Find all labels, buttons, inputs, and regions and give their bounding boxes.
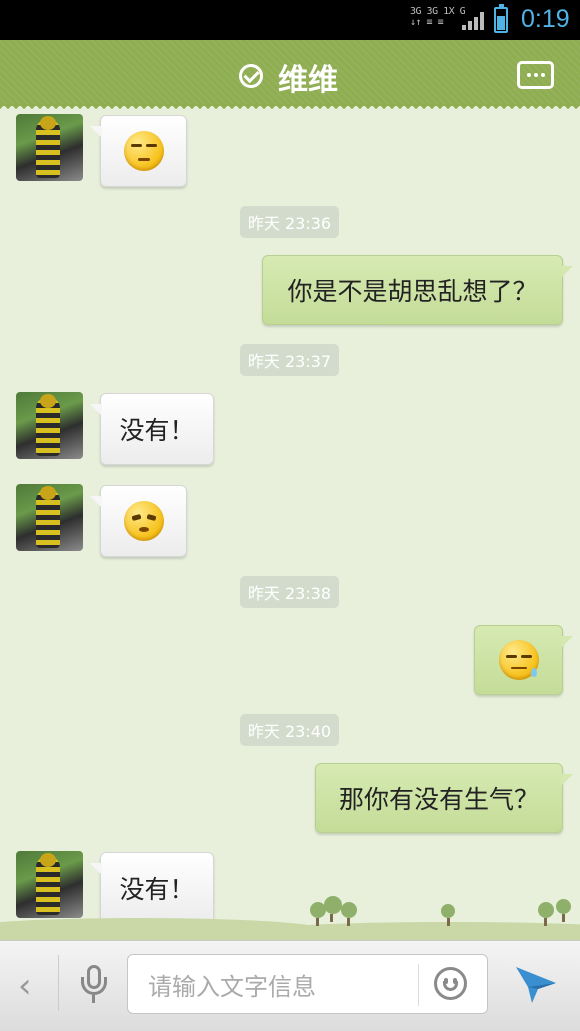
tree-decoration xyxy=(441,904,455,926)
message-list[interactable]: 昨天 23:36 你是不是胡思乱想了？ 昨天 23:37 没有！ 昨天 23:3… xyxy=(0,110,580,940)
background-landscape xyxy=(0,895,580,940)
tree-decoration xyxy=(538,902,554,926)
tree-decoration xyxy=(324,896,342,922)
message-bubble-incoming[interactable]: 没有！ xyxy=(90,393,214,465)
sly-face-icon xyxy=(123,501,164,541)
status-bar: 3G 3G 1X G ↓↑ ≡ ≡ 0:19 xyxy=(0,0,580,40)
message-text: 没有！ xyxy=(119,416,195,445)
tree-decoration xyxy=(341,902,357,926)
message-input-placeholder: 请输入文字信息 xyxy=(148,972,316,1001)
contact-avatar[interactable] xyxy=(16,114,83,181)
chat-header: 维维 xyxy=(0,40,580,106)
timestamp: 昨天 23:36 xyxy=(240,206,339,238)
contact-avatar[interactable] xyxy=(16,392,83,459)
timestamp: 昨天 23:37 xyxy=(240,344,339,376)
microphone-icon[interactable] xyxy=(80,965,108,1003)
signal-strength-icon xyxy=(462,12,484,30)
network-indicator: 3G 3G 1X G ↓↑ ≡ ≡ xyxy=(410,6,466,28)
sweat-face-icon xyxy=(498,640,539,680)
message-text: 那你有没有生气？ xyxy=(338,785,539,814)
timestamp: 昨天 23:40 xyxy=(240,714,339,746)
message-text: 你是不是胡思乱想了？ xyxy=(287,277,538,306)
more-options-button[interactable] xyxy=(517,61,554,89)
status-clock: 0:19 xyxy=(521,5,570,33)
battery-icon xyxy=(494,4,508,33)
tree-decoration xyxy=(556,899,571,922)
dot-icon xyxy=(527,73,531,77)
smirk-face-icon xyxy=(123,131,164,171)
send-arrow-icon[interactable] xyxy=(514,963,558,1005)
input-bar: ‹ 请输入文字信息 xyxy=(0,940,580,1031)
timestamp: 昨天 23:38 xyxy=(240,576,339,608)
divider xyxy=(418,964,419,1006)
smiley-icon[interactable] xyxy=(434,967,467,1000)
verified-check-icon xyxy=(239,64,263,88)
message-bubble-incoming[interactable] xyxy=(90,485,187,557)
chevron-left-icon[interactable]: ‹ xyxy=(18,966,32,1006)
dot-icon xyxy=(534,73,538,77)
message-bubble-incoming[interactable] xyxy=(90,115,187,187)
dot-icon xyxy=(541,73,545,77)
contact-avatar[interactable] xyxy=(16,484,83,551)
message-bubble-outgoing[interactable]: 那你有没有生气？ xyxy=(315,763,573,833)
message-bubble-outgoing[interactable] xyxy=(474,625,573,695)
message-bubble-outgoing[interactable]: 你是不是胡思乱想了？ xyxy=(262,255,573,325)
divider xyxy=(58,955,59,1011)
contact-name: 维维 xyxy=(278,63,338,98)
